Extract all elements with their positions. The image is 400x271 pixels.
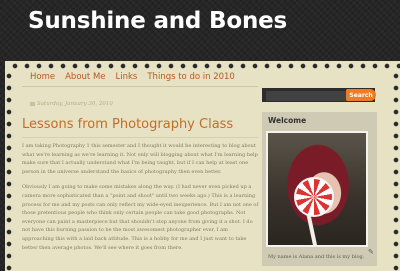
edit-pen-icon[interactable]: ✎ — [368, 248, 374, 256]
nav-links[interactable]: Links — [116, 72, 138, 84]
post-title[interactable]: Lessons from Photography Class — [22, 117, 233, 132]
site-title[interactable]: Sunshine and Bones — [28, 8, 287, 34]
lollipop — [294, 177, 334, 217]
sidebar-about-text: My name is Alana and this is my blog. — [268, 254, 365, 260]
film-holes-left — [6, 73, 13, 271]
nav-things-to-do[interactable]: Things to do in 2010 — [147, 72, 234, 84]
post-paragraph: Obviously I am going to make some mistak… — [22, 184, 259, 251]
film-holes-right — [393, 73, 400, 271]
post-divider — [22, 137, 258, 138]
calendar-icon — [30, 101, 35, 106]
search-button[interactable]: Search — [346, 89, 376, 101]
post-body: I am taking Photography 1 this semester … — [22, 142, 260, 266]
post-date-text: Saturday, January 30, 2010 — [37, 101, 113, 107]
sidebar-widget-title: Welcome — [268, 116, 307, 125]
post-date: Saturday, January 30, 2010 — [30, 101, 113, 107]
nav-about-me[interactable]: About Me — [65, 72, 105, 84]
profile-photo[interactable] — [268, 133, 366, 245]
nav-home[interactable]: Home — [30, 72, 55, 84]
nav-divider — [22, 86, 258, 87]
main-nav: Home About Me Links Things to do in 2010 — [30, 72, 235, 84]
film-holes-top — [12, 63, 400, 69]
search-input[interactable] — [266, 91, 347, 101]
post-paragraph: I am taking Photography 1 this semester … — [22, 143, 258, 175]
